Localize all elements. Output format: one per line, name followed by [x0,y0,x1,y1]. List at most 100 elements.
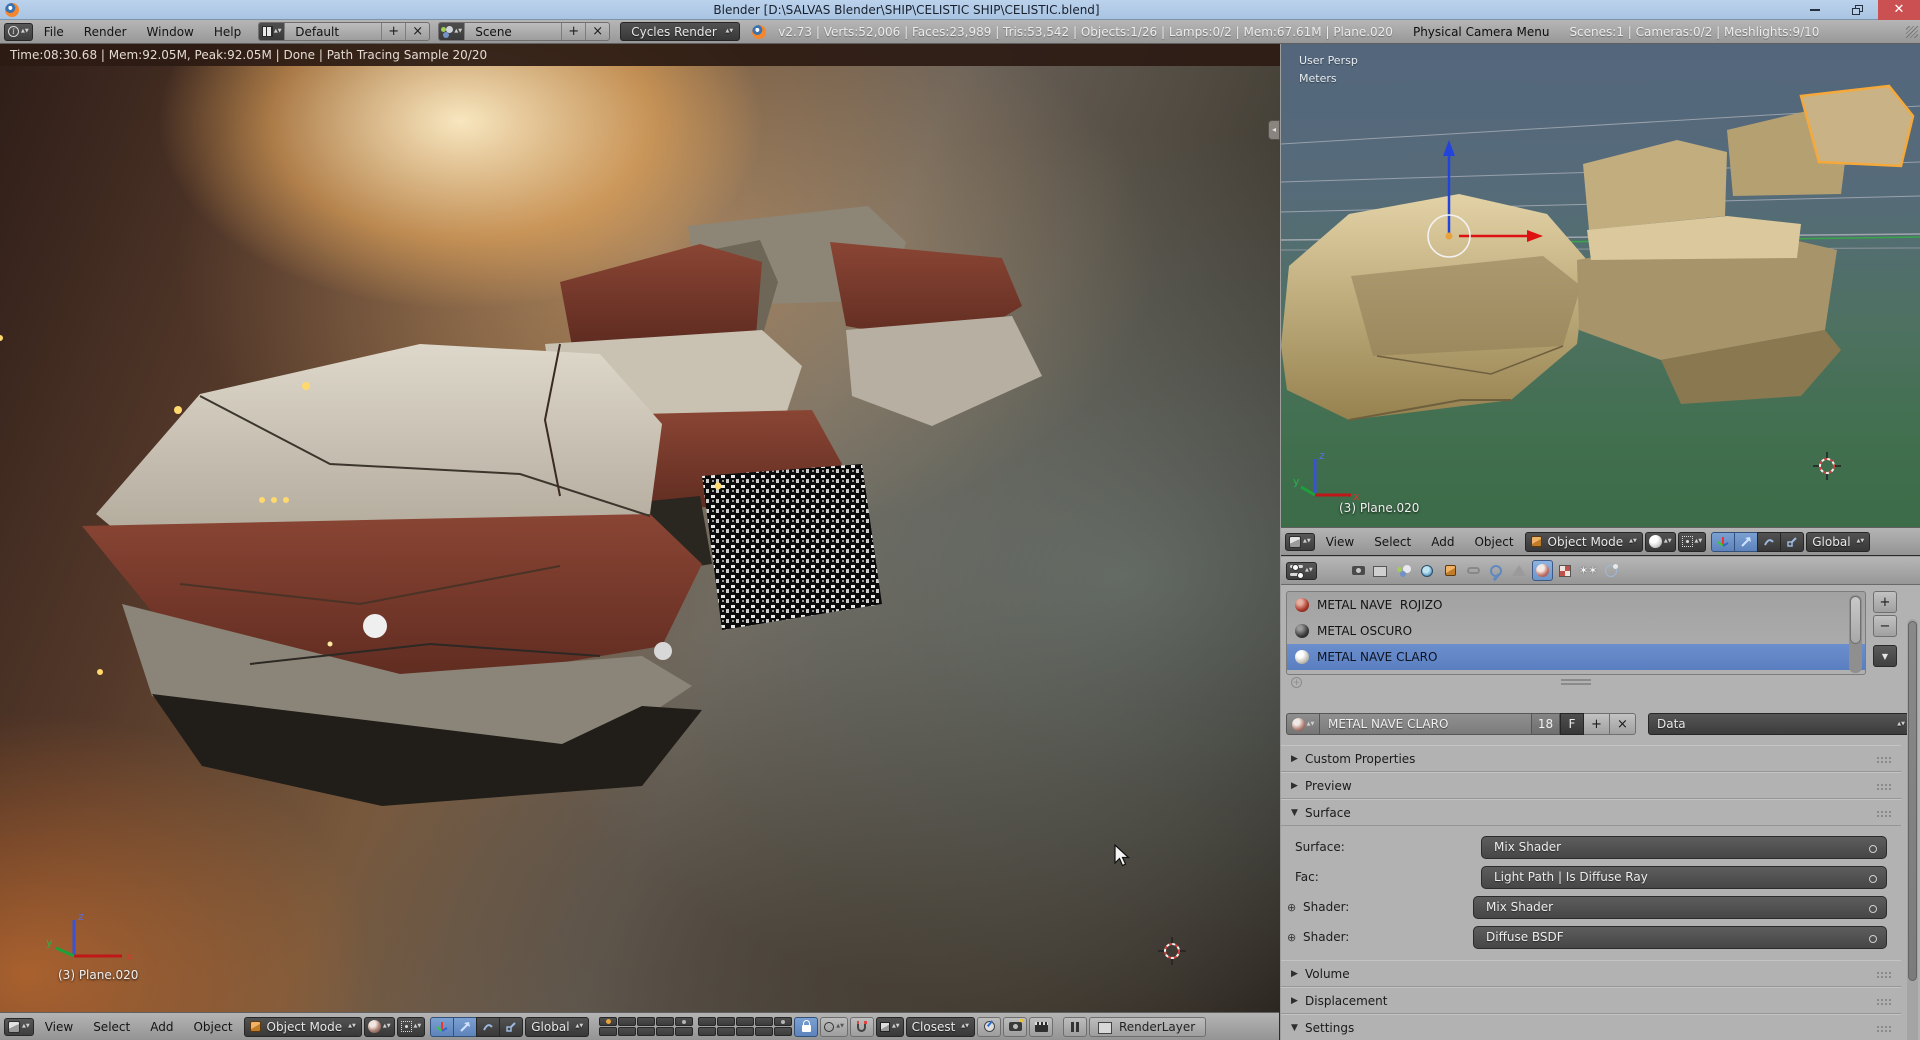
menu-object[interactable]: Object [184,1020,241,1034]
editor-type-selector-3dview[interactable]: ▲▼ [1285,532,1315,551]
lock-to-scene-toggle[interactable] [794,1016,819,1037]
editor-type-selector-info[interactable]: i ▲▼ [4,22,33,41]
manipulator-toggle-button[interactable] [430,1016,455,1037]
material-source-dropdown[interactable]: Data ▲▼ [1648,713,1914,735]
tab-modifiers[interactable] [1486,560,1507,581]
menu-add[interactable]: Add [1422,535,1463,549]
add-scene-button[interactable]: + [561,23,585,40]
fake-user-button[interactable]: F [1560,713,1584,735]
translate-manipulator-button[interactable] [1734,531,1759,552]
opengl-render-still-button[interactable] [1003,1016,1027,1037]
fac-input-dropdown[interactable]: Light Path | Is Diffuse Ray [1481,865,1887,889]
expand-circle-icon[interactable]: ⊕ [1287,931,1303,944]
menu-select[interactable]: Select [1365,535,1420,549]
panel-custom-properties[interactable]: ▶ Custom Properties [1281,745,1901,772]
tab-constraints[interactable] [1463,560,1484,581]
close-button[interactable]: ✕ [1878,0,1920,20]
viewport-shading-dropdown[interactable]: ▲▼ [363,1016,395,1037]
material-slot-row-selected[interactable]: METAL NAVE CLARO [1287,644,1865,670]
tab-scene[interactable] [1394,560,1415,581]
mode-dropdown[interactable]: Object Mode ▲▼ [243,1016,362,1037]
tab-world[interactable] [1417,560,1438,581]
remove-slot-button[interactable]: − [1873,615,1897,637]
translate-manipulator-button[interactable] [453,1016,478,1037]
material-users-count[interactable]: 18 [1532,713,1560,735]
delete-layout-button[interactable]: × [405,23,429,40]
delete-scene-button[interactable]: × [585,23,609,40]
layers-widget[interactable] [599,1017,793,1036]
slot-specials-button[interactable]: ▼ [1873,645,1897,667]
panel-drag-handle[interactable] [1876,810,1891,818]
list-resize-grip[interactable] [1561,679,1591,685]
shader2-dropdown[interactable]: Diffuse BSDF [1473,925,1887,949]
menu-window[interactable]: Window [138,25,203,39]
tab-render-layers[interactable] [1371,560,1392,581]
scale-manipulator-button[interactable] [1780,531,1805,552]
panel-drag-handle[interactable] [1876,1025,1891,1033]
new-material-button[interactable]: + [1584,713,1610,735]
unlink-material-button[interactable]: × [1610,713,1636,735]
mode-dropdown[interactable]: Object Mode ▲▼ [1524,531,1643,552]
panel-volume[interactable]: ▶ Volume [1281,960,1901,987]
menu-render[interactable]: Render [75,25,136,39]
pivot-point-dropdown[interactable]: ▲▼ [396,1016,426,1037]
add-slot-button[interactable]: + [1873,591,1897,613]
rotate-manipulator-button[interactable] [476,1016,501,1037]
shader1-dropdown[interactable]: Mix Shader [1473,895,1887,919]
panel-drag-handle[interactable] [1876,971,1891,979]
renderlayer-dropdown[interactable]: RenderLayer [1089,1016,1207,1037]
expand-circle-icon[interactable]: ⊕ [1287,901,1303,914]
snap-target-dropdown[interactable]: Closest ▲▼ [905,1016,975,1037]
editor-type-selector-properties[interactable]: ▲▼ [1286,561,1317,580]
tab-texture[interactable] [1555,560,1576,581]
opengl-render-anim-button[interactable] [1029,1016,1053,1037]
menu-file[interactable]: File [35,25,73,39]
menu-add[interactable]: Add [141,1020,182,1034]
list-scrollbar[interactable] [1849,595,1862,673]
minimize-button[interactable] [1794,0,1836,20]
panel-preview[interactable]: ▶ Preview [1281,772,1901,799]
add-layout-button[interactable]: + [381,23,405,40]
header-corner-grip[interactable] [1906,26,1918,38]
physical-camera-menu[interactable]: Physical Camera Menu [1413,25,1549,39]
orientation-dropdown[interactable]: Global ▲▼ [1806,531,1871,552]
layer-group-1[interactable] [599,1017,694,1036]
proportional-edit-dropdown[interactable]: ▲▼ [820,1016,848,1037]
screen-layout-name[interactable]: Default [285,25,381,39]
panel-surface[interactable]: ▼ Surface [1281,799,1901,826]
restore-button[interactable] [1836,0,1878,20]
rendered-viewport-canvas[interactable]: Time:08:30.68 | Mem:92.05M, Peak:92.05M … [0,44,1280,1012]
render-engine-dropdown[interactable]: Cycles Render ▲▼ [620,22,741,41]
viewport-shading-dropdown[interactable]: ▲▼ [1644,531,1676,552]
panel-settings[interactable]: ▼ Settings [1281,1014,1901,1040]
scene-browse[interactable]: ▲▼ [439,23,466,40]
panel-drag-handle[interactable] [1876,998,1891,1006]
menu-view[interactable]: View [36,1020,82,1034]
menu-select[interactable]: Select [84,1020,139,1034]
panel-drag-handle[interactable] [1876,783,1891,791]
snap-element-dropdown[interactable]: ▲▼ [875,1016,904,1037]
tab-render[interactable] [1348,560,1369,581]
material-slot-row[interactable]: METAL NAVE ROJIZO [1287,592,1865,618]
tab-object-data[interactable] [1509,560,1530,581]
tab-material[interactable] [1531,560,1553,581]
surface-shader-dropdown[interactable]: Mix Shader [1481,835,1887,859]
tab-particles[interactable]: ✶✶ [1578,560,1599,581]
properties-scrollbar[interactable] [1907,619,1918,1040]
rotate-manipulator-button[interactable] [1757,531,1782,552]
menu-help[interactable]: Help [205,25,250,39]
list-expand-icon[interactable]: + [1291,677,1302,688]
scene-name[interactable]: Scene [465,25,561,39]
manipulator-toggle-button[interactable] [1711,531,1736,552]
screen-layout-browse[interactable]: ▲▼ [259,23,286,40]
panel-displacement[interactable]: ▶ Displacement [1281,987,1901,1014]
menu-object[interactable]: Object [1465,535,1522,549]
panel-toggle-tab[interactable]: ◂ [1268,120,1280,140]
snap-toggle[interactable] [849,1016,874,1037]
editor-type-selector-3dview[interactable]: ▲▼ [4,1017,34,1036]
material-slot-row[interactable]: METAL OSCURO [1287,618,1865,644]
tab-physics[interactable] [1601,560,1622,581]
material-name-field[interactable]: METAL NAVE CLARO [1320,713,1532,735]
render-pause-button[interactable] [1063,1016,1087,1037]
menu-view[interactable]: View [1317,535,1363,549]
